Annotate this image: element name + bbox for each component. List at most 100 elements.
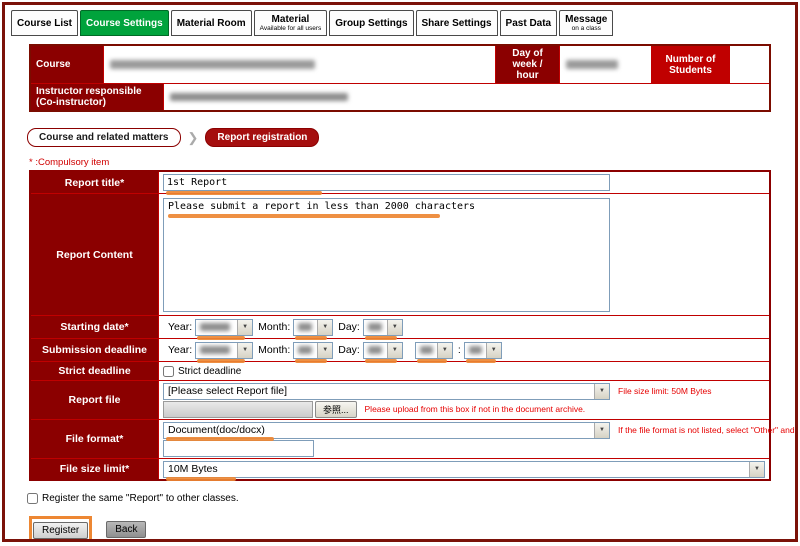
register-other-classes-checkbox[interactable] xyxy=(27,493,38,504)
tab-course-settings[interactable]: Course Settings xyxy=(80,10,169,36)
redacted-course-name xyxy=(110,60,315,69)
highlight-annotation xyxy=(417,359,447,363)
highlight-annotation xyxy=(365,359,397,363)
tab-label: Message xyxy=(565,14,607,25)
redacted-instructor-name xyxy=(170,93,348,101)
starting-date-cell: Year: ▼ Month: ▼ Day: xyxy=(158,316,769,338)
deadline-month-select[interactable]: ▼ xyxy=(293,342,333,359)
number-of-students-value xyxy=(729,46,769,83)
file-size-select-value: 10M Bytes xyxy=(168,463,218,475)
instructor-label: Instructor responsible (Co-instructor) xyxy=(31,84,163,110)
file-format-select-line: Document(doc/docx) ▼ If the file format … xyxy=(163,421,798,439)
strict-deadline-label: Strict deadline xyxy=(31,362,158,380)
file-size-limit-cell: 10M Bytes ▼ xyxy=(158,459,769,479)
lms-course-settings-page: Course List Course Settings Material Roo… xyxy=(2,2,798,542)
strict-deadline-checkbox[interactable] xyxy=(163,366,174,377)
file-upload-field[interactable] xyxy=(163,401,313,418)
deadline-minute-select-wrap: ▼ xyxy=(464,342,502,359)
dropdown-arrow-icon: ▼ xyxy=(486,343,501,358)
file-format-row: File format* Document(doc/docx) ▼ If the… xyxy=(31,419,769,458)
starting-date-row: Starting date* Year: ▼ Month: ▼ xyxy=(31,315,769,338)
tab-label: Material Room xyxy=(177,18,246,29)
deadline-hour-select[interactable]: ▼ xyxy=(415,342,453,359)
course-info-table: Course Day of week / hour Number of Stud… xyxy=(29,44,771,112)
tab-material[interactable]: Material Available for all users xyxy=(254,10,328,36)
start-day-select[interactable]: ▼ xyxy=(363,319,403,336)
deadline-day-select[interactable]: ▼ xyxy=(363,342,403,359)
submission-deadline-label: Submission deadline xyxy=(31,339,158,361)
report-file-row: Report file [Please select Report file] … xyxy=(31,380,769,419)
deadline-minute-select[interactable]: ▼ xyxy=(464,342,502,359)
highlight-annotation xyxy=(197,336,245,340)
report-title-input[interactable] xyxy=(163,174,610,191)
tab-material-room[interactable]: Material Room xyxy=(171,10,252,36)
tab-sublabel: on a class xyxy=(572,25,601,32)
instructor-value xyxy=(163,84,769,110)
report-file-upload-line: 参照... Please upload from this box if not… xyxy=(163,400,765,418)
day-label: Day: xyxy=(338,344,360,356)
register-other-classes-row: Register the same "Report" to other clas… xyxy=(27,493,795,504)
register-other-classes-label: Register the same "Report" to other clas… xyxy=(42,493,239,504)
tab-label: Past Data xyxy=(506,18,552,29)
month-label: Month: xyxy=(258,321,290,333)
submission-deadline-cell: Year: ▼ Month: ▼ Day: xyxy=(158,339,769,361)
year-label: Year: xyxy=(168,344,192,356)
file-size-select[interactable]: 10M Bytes ▼ xyxy=(163,461,765,478)
file-format-cell: Document(doc/docx) ▼ If the file format … xyxy=(158,420,798,458)
month-label: Month: xyxy=(258,344,290,356)
upload-note: Please upload from this box if not in th… xyxy=(365,404,586,414)
strict-deadline-cell: Strict deadline xyxy=(158,362,769,380)
redacted-day xyxy=(368,323,382,331)
back-button[interactable]: Back xyxy=(106,521,146,538)
file-format-other-line xyxy=(163,439,798,457)
tab-label: Course Settings xyxy=(86,18,163,29)
highlight-annotation xyxy=(466,359,496,363)
redacted-hour xyxy=(420,346,433,354)
tab-bar: Course List Course Settings Material Roo… xyxy=(5,5,795,36)
submission-deadline-row: Submission deadline Year: ▼ Month: ▼ xyxy=(31,338,769,361)
course-info-row-2: Instructor responsible (Co-instructor) xyxy=(31,83,769,110)
tab-sublabel: Available for all users xyxy=(260,25,322,32)
report-title-cell xyxy=(158,172,769,193)
action-buttons-row: Register Back xyxy=(29,516,795,542)
start-month-select[interactable]: ▼ xyxy=(293,319,333,336)
tab-group-settings[interactable]: Group Settings xyxy=(329,10,413,36)
file-format-note: If the file format is not listed, select… xyxy=(618,425,798,435)
redacted-month xyxy=(298,323,312,331)
course-info-row-1: Course Day of week / hour Number of Stud… xyxy=(31,46,769,83)
dropdown-arrow-icon: ▼ xyxy=(317,343,332,358)
dropdown-arrow-icon: ▼ xyxy=(594,384,609,399)
dropdown-arrow-icon: ▼ xyxy=(387,320,402,335)
day-label: Day: xyxy=(338,321,360,333)
highlight-annotation xyxy=(166,437,274,441)
deadline-year-select[interactable]: ▼ xyxy=(195,342,253,359)
file-size-limit-label: File size limit* xyxy=(31,459,158,479)
report-registration-form: Report title* Report Content Please subm… xyxy=(29,170,771,481)
day-of-week-value xyxy=(559,46,651,83)
tab-course-list[interactable]: Course List xyxy=(11,10,78,36)
tab-share-settings[interactable]: Share Settings xyxy=(416,10,498,36)
file-format-select[interactable]: Document(doc/docx) ▼ xyxy=(163,422,610,439)
tab-label: Material xyxy=(272,14,310,25)
redacted-year xyxy=(200,323,230,331)
tab-message[interactable]: Message on a class xyxy=(559,10,613,36)
file-size-limit-note: File size limit: 50M Bytes xyxy=(618,386,712,396)
number-of-students-label: Number of Students xyxy=(651,46,729,83)
course-related-matters-button[interactable]: Course and related matters xyxy=(27,128,181,147)
report-title-row: Report title* xyxy=(31,172,769,193)
browse-button[interactable]: 参照... xyxy=(315,401,357,418)
year-label: Year: xyxy=(168,321,192,333)
start-month-select-wrap: ▼ xyxy=(293,319,333,336)
tab-label: Share Settings xyxy=(422,18,492,29)
report-content-label: Report Content xyxy=(31,194,158,315)
breadcrumb: Course and related matters ❯ Report regi… xyxy=(27,128,795,147)
file-format-select-value: Document(doc/docx) xyxy=(168,424,265,436)
highlight-annotation xyxy=(168,214,440,218)
file-format-label: File format* xyxy=(31,420,158,458)
register-button[interactable]: Register xyxy=(33,522,88,539)
report-file-select[interactable]: [Please select Report file] ▼ xyxy=(163,383,610,400)
start-year-select[interactable]: ▼ xyxy=(195,319,253,336)
tab-past-data[interactable]: Past Data xyxy=(500,10,558,36)
file-format-other-input[interactable] xyxy=(163,440,314,457)
report-registration-badge: Report registration xyxy=(205,128,319,147)
